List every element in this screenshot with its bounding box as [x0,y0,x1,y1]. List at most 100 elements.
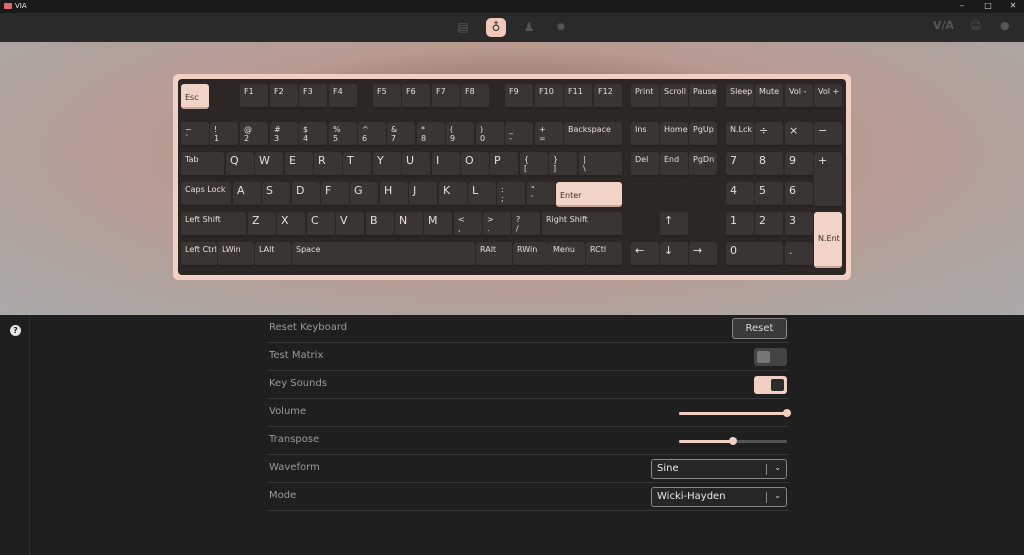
key-v[interactable]: V [336,212,364,237]
key-f9[interactable]: F9 [505,84,533,109]
key-ralt[interactable]: RAlt [476,242,512,267]
key-2[interactable]: @2 [240,122,268,147]
key-u[interactable]: U [402,152,430,177]
key-lshift[interactable]: Left Shift [181,212,246,237]
key-esc[interactable]: Esc [181,84,209,109]
key-lalt[interactable]: LAlt [255,242,291,267]
gear-icon[interactable]: ✹ [551,19,571,36]
key-6[interactable]: ^ 6 [358,122,386,147]
mode-select[interactable]: Wicki-Hayden ⌄ [651,487,787,507]
key-p[interactable]: P [490,152,518,177]
key-num2[interactable]: 2 [755,212,783,237]
key-grave[interactable]: ~ ` [181,122,209,147]
key-period[interactable]: >. [483,212,511,237]
key-c[interactable]: C [307,212,335,237]
key-num-mul[interactable]: × [785,122,813,147]
key-slash[interactable]: ? / [512,212,540,237]
key-f12[interactable]: F12 [594,84,622,109]
key-j[interactable]: J [409,182,437,207]
key-num-enter[interactable]: N.Ent [814,212,842,268]
key-num-dot[interactable]: . [785,242,813,267]
key-num7[interactable]: 7 [726,152,754,177]
key-num3[interactable]: 3 [785,212,813,237]
key-num6[interactable]: 6 [785,182,813,207]
keyboard-icon[interactable]: ▤ [453,19,473,36]
key-num0[interactable]: 0 [726,242,783,267]
key-o[interactable]: O [461,152,489,177]
key-pgup[interactable]: PgUp [689,122,717,147]
key-equal[interactable]: + = [535,122,563,147]
key-end[interactable]: End [660,152,688,177]
key-f11[interactable]: F11 [564,84,592,109]
key-right[interactable]: → [689,242,717,267]
key-del[interactable]: Del [631,152,659,177]
discord-icon[interactable]: ☺ [970,19,981,32]
key-8[interactable]: * 8 [417,122,445,147]
key-pause[interactable]: Pause [689,84,717,109]
key-num-sub[interactable]: − [814,122,842,147]
key-num8[interactable]: 8 [755,152,783,177]
key-quote[interactable]: " ' [527,182,555,207]
key-tab[interactable]: Tab [181,152,224,177]
key-s[interactable]: S [262,182,290,207]
key-print[interactable]: Print [631,84,659,109]
key-3[interactable]: #3 [270,122,298,147]
key-space[interactable]: Space [292,242,475,267]
key-y[interactable]: Y [373,152,401,177]
key-r[interactable]: R [314,152,342,177]
key-vol-down[interactable]: Vol - [785,84,813,109]
close-button[interactable]: ✕ [1003,0,1023,13]
key-num-div[interactable]: ÷ [755,122,783,147]
key-lctrl[interactable]: Left Ctrl [181,242,217,267]
via-logo-icon[interactable]: V/A [933,19,954,32]
key-m[interactable]: M [424,212,452,237]
key-minus[interactable]: _ - [505,122,533,147]
key-7[interactable]: & 7 [387,122,415,147]
key-num5[interactable]: 5 [755,182,783,207]
reset-button[interactable]: Reset [732,318,787,339]
key-f8[interactable]: F8 [461,84,489,109]
key-lwin[interactable]: LWin [218,242,254,267]
key-left[interactable]: ← [631,242,659,267]
key-t[interactable]: T [343,152,371,177]
key-f10[interactable]: F10 [535,84,563,109]
help-icon[interactable]: ? [10,325,21,336]
key-up[interactable]: ↑ [660,212,688,237]
key-i[interactable]: I [432,152,460,177]
transpose-slider[interactable] [679,437,787,445]
key-semicolon[interactable]: :; [497,182,525,207]
key-menu[interactable]: Menu [549,242,585,267]
key-lbracket[interactable]: {[ [520,152,548,177]
key-f[interactable]: F [321,182,349,207]
key-sounds-toggle[interactable] [754,376,787,394]
key-h[interactable]: H [380,182,408,207]
key-mute[interactable]: Mute [755,84,783,109]
key-l[interactable]: L [468,182,496,207]
key-f3[interactable]: F3 [299,84,327,109]
key-down[interactable]: ↓ [660,242,688,267]
key-f7[interactable]: F7 [432,84,460,109]
design-icon[interactable]: ♟ [519,19,539,36]
key-f1[interactable]: F1 [240,84,268,109]
key-vol-up[interactable]: Vol + [814,84,842,109]
key-w[interactable]: W [255,152,283,177]
key-1[interactable]: ! 1 [210,122,238,147]
key-num4[interactable]: 4 [726,182,754,207]
minimize-button[interactable]: – [952,0,972,13]
key-z[interactable]: Z [248,212,276,237]
key-num-add[interactable]: + [814,152,842,208]
key-comma[interactable]: <, [454,212,482,237]
stethoscope-icon[interactable]: ♁ [486,18,506,37]
key-g[interactable]: G [350,182,378,207]
key-num1[interactable]: 1 [726,212,754,237]
key-scroll[interactable]: Scroll [660,84,688,109]
key-a[interactable]: A [233,182,261,207]
key-x[interactable]: X [277,212,305,237]
key-rbracket[interactable]: }] [549,152,577,177]
key-n[interactable]: N [395,212,423,237]
key-numlock[interactable]: N.Lck [726,122,754,147]
key-backspace[interactable]: Backspace [564,122,622,147]
key-4[interactable]: $4 [299,122,327,147]
key-backslash[interactable]: | \ [579,152,622,177]
key-k[interactable]: K [439,182,467,207]
